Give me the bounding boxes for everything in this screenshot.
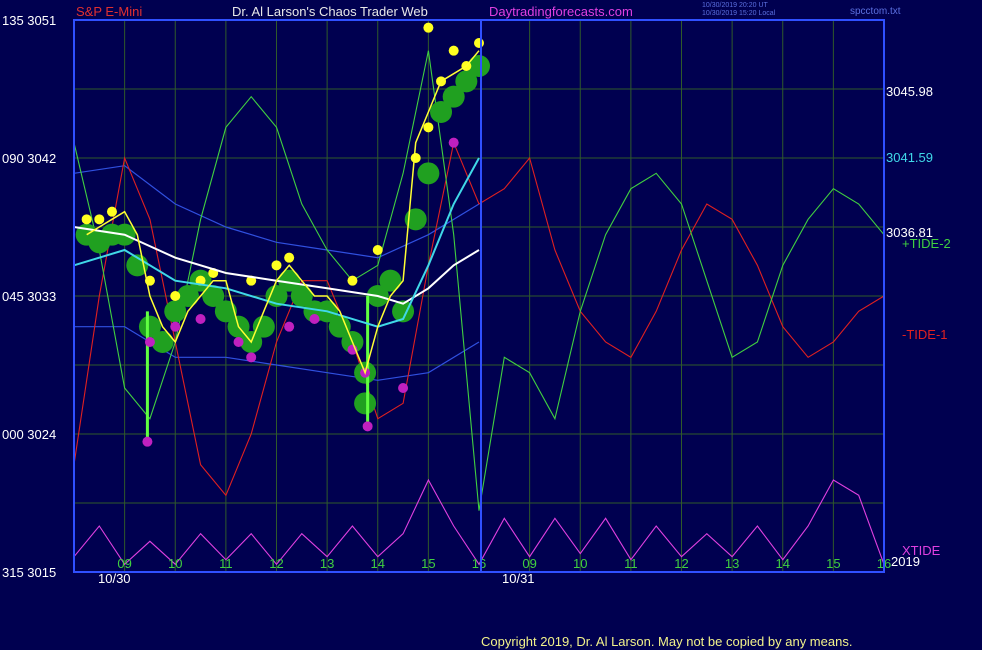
x-hour-label: 16 (472, 556, 486, 571)
x-hour-label: 10 (168, 556, 182, 571)
yellow-dot (271, 260, 282, 271)
y-tick-label: 315 3015 (2, 565, 56, 580)
yellow-dot (423, 22, 434, 33)
xtide-line (73, 478, 885, 566)
timestamp-local: 10/30/2019 15:20 Local (702, 10, 776, 17)
green-dot (417, 162, 440, 185)
x-hour-label: 15 (421, 556, 435, 571)
x-date-label: 10/30 (98, 571, 131, 586)
green-dot (379, 269, 402, 292)
right-label: -TIDE-1 (902, 327, 948, 342)
magenta-dot (142, 436, 153, 447)
chaos-chart: 135 3051 090 3042 045 3033 000 3024 315 3015… (2, 13, 951, 586)
x-hour-label: 14 (776, 556, 790, 571)
magenta-dot (170, 321, 181, 332)
x-hour-label: 12 (674, 556, 688, 571)
y-tick-label: 000 3024 (2, 427, 56, 442)
tides-layer (73, 50, 885, 566)
yellow-dot (372, 245, 383, 255)
yellow-dot (170, 291, 181, 301)
magenta-dot (246, 352, 257, 363)
tide1-line (73, 140, 885, 497)
x-hour-label: 15 (826, 556, 840, 571)
x-hour-label: 11 (219, 556, 233, 571)
yellow-dot (284, 252, 295, 263)
yellow-dot (410, 153, 421, 163)
x-date-label: 10/31 (502, 571, 535, 586)
filename-label: spcctom.txt (850, 6, 901, 17)
axes-layer: 135 3051 090 3042 045 3033 000 3024 315 3015… (2, 13, 951, 586)
site-title[interactable]: Daytradingforecasts.com (489, 4, 633, 19)
yellow-dot (94, 214, 105, 225)
x-hour-label: 12 (269, 556, 283, 571)
yellow-dot (81, 214, 92, 225)
x-hour-label: 11 (624, 556, 638, 571)
instrument-title: S&P E-Mini (76, 4, 143, 19)
green-dot (354, 392, 377, 415)
x-hour-label: 13 (320, 556, 334, 571)
x-hour-label: 09 (522, 556, 536, 571)
copyright: Copyright 2019, Dr. Al Larson. May not b… (481, 634, 853, 649)
magenta-dot (362, 421, 373, 432)
green-dot (252, 315, 275, 338)
yellow-dot (106, 206, 117, 217)
magenta-dot (309, 314, 320, 324)
timestamp-ut: 10/30/2019 20:20 UT (702, 2, 768, 9)
yellow-dot (474, 38, 484, 48)
magenta-dot (448, 137, 459, 148)
right-label: +TIDE-2 (902, 236, 951, 251)
x-hour-label: 13 (725, 556, 739, 571)
magenta-dot (233, 337, 244, 347)
yellow-dot (347, 275, 358, 286)
magenta-dot (284, 321, 295, 332)
y-tick-label: 135 3051 (2, 13, 56, 28)
magenta-dot (398, 383, 409, 393)
x-hour-label: 09 (117, 556, 131, 571)
magenta-dot (144, 337, 155, 347)
x-hour-label: 14 (371, 556, 385, 571)
right-label: XTIDE (902, 543, 941, 558)
right-label: 3041.59 (886, 150, 933, 165)
chart-title: Dr. Al Larson's Chaos Trader Web (232, 4, 428, 19)
right-label: 3045.98 (886, 84, 933, 99)
x-hour-label: 10 (573, 556, 587, 571)
yellow-dot (448, 45, 459, 56)
yellow-dot (423, 122, 434, 133)
y-tick-label: 090 3042 (2, 151, 56, 166)
magenta-dot (195, 314, 206, 324)
y-tick-label: 045 3033 (2, 289, 56, 304)
